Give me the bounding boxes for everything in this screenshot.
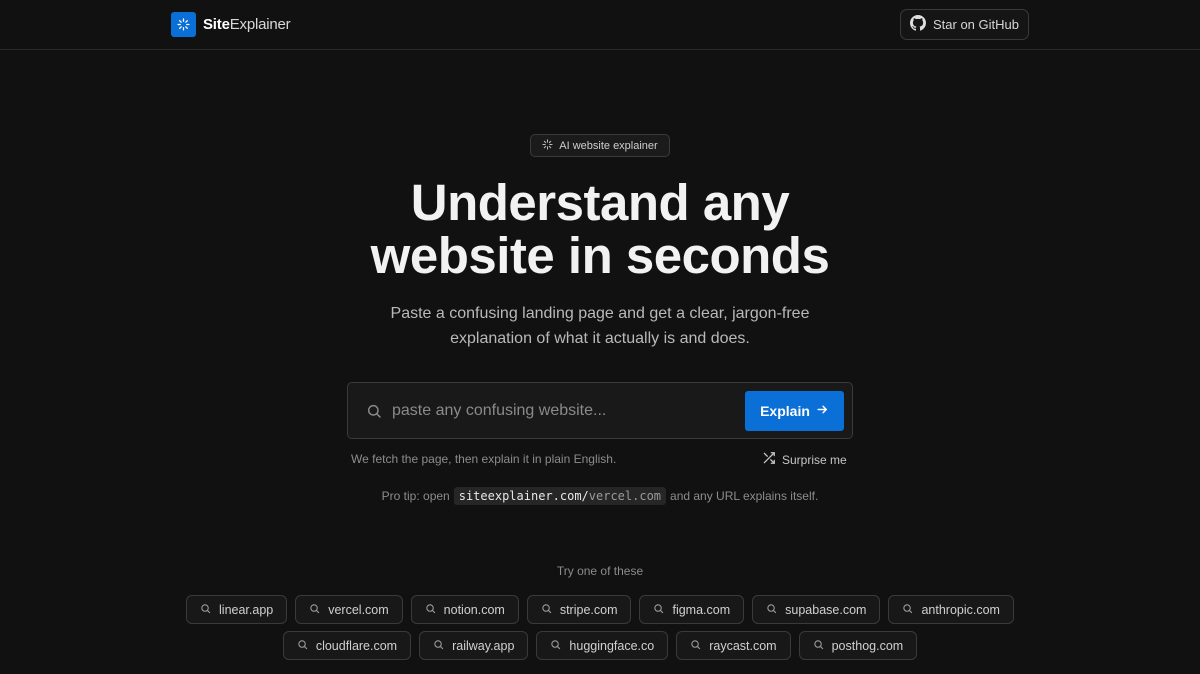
brand-name: SiteExplainer [203,16,291,33]
feature-pill: AI website explainer [530,134,670,157]
search-icon [550,639,561,653]
pro-tip-code-host: siteexplainer.com/ [458,489,589,503]
surprise-me-button[interactable]: Surprise me [762,451,847,468]
example-chip-label: huggingface.co [569,638,655,653]
example-chip[interactable]: anthropic.com [888,595,1014,624]
top-nav: SiteExplainer Star on GitHub [0,0,1200,50]
url-search-form: Explain [347,382,853,439]
example-chip-label: notion.com [443,602,505,617]
hero-subtitle: Paste a confusing landing page and get a… [390,305,810,347]
example-chip-label: railway.app [452,638,515,653]
example-chip[interactable]: huggingface.co [536,631,669,660]
example-chip[interactable]: stripe.com [526,595,632,624]
example-chip[interactable]: figma.com [639,595,745,624]
pro-tip-prefix: Pro tip: open [381,489,450,503]
arrow-right-icon [816,403,829,419]
example-chip[interactable]: linear.app [186,595,288,624]
page-title: Understand any website in seconds [0,176,1200,282]
github-star-label: Star on GitHub [933,17,1019,32]
page-title-line-2: website in seconds [370,227,830,284]
example-chip-label: posthog.com [831,638,904,653]
brand-link[interactable]: SiteExplainer [171,12,291,37]
pro-tip-code: siteexplainer.com/vercel.com [453,487,667,505]
example-chip-label: stripe.com [559,602,618,617]
search-icon [813,639,824,653]
search-icon [297,639,308,653]
example-chip-label: raycast.com [709,638,777,653]
explain-button[interactable]: Explain [745,391,844,431]
example-chip[interactable]: cloudflare.com [282,631,412,660]
brand-name-bold: Site [203,16,230,33]
example-chip-label: cloudflare.com [315,638,398,653]
examples-row-2: cloudflare.com railway.app huggingface.c… [0,631,1200,660]
example-chip-label: linear.app [219,602,274,617]
sparkle-icon [542,138,553,153]
example-chip[interactable]: vercel.com [295,595,403,624]
search-icon [200,603,211,617]
example-chip-label: anthropic.com [921,602,1000,617]
pro-tip: Pro tip: open siteexplainer.com/vercel.c… [0,487,1200,505]
explain-button-label: Explain [760,403,810,419]
url-input[interactable] [392,397,742,425]
github-star-button[interactable]: Star on GitHub [900,9,1029,40]
search-icon [653,603,664,617]
page-title-line-1: Understand any [410,174,790,231]
search-icon [902,603,913,617]
github-icon [910,15,926,34]
pro-tip-suffix: and any URL explains itself. [670,489,819,503]
feature-pill-label: AI website explainer [559,139,658,152]
example-chip[interactable]: railway.app [419,631,529,660]
spinner-icon [171,12,196,37]
surprise-me-label: Surprise me [782,452,847,467]
example-chip-label: figma.com [672,602,731,617]
search-icon [309,603,320,617]
example-chip[interactable]: raycast.com [676,631,791,660]
example-chip[interactable]: notion.com [410,595,519,624]
shuffle-icon [762,451,776,468]
example-chip[interactable]: supabase.com [752,595,881,624]
search-icon [690,639,701,653]
search-icon [366,403,382,424]
brand-name-light: Explainer [229,16,291,33]
examples-heading: Try one of these [556,564,644,578]
search-icon [766,603,777,617]
example-chip-label: supabase.com [785,602,867,617]
search-icon [541,603,552,617]
search-icon [433,639,444,653]
search-icon [425,603,436,617]
pro-tip-code-path: vercel.com [588,489,662,503]
search-helper-text: We fetch the page, then explain it in pl… [351,452,617,466]
example-chip-label: vercel.com [328,602,389,617]
examples-row-1: linear.app vercel.com notion.com stripe.… [0,595,1200,624]
example-chip[interactable]: posthog.com [798,631,918,660]
